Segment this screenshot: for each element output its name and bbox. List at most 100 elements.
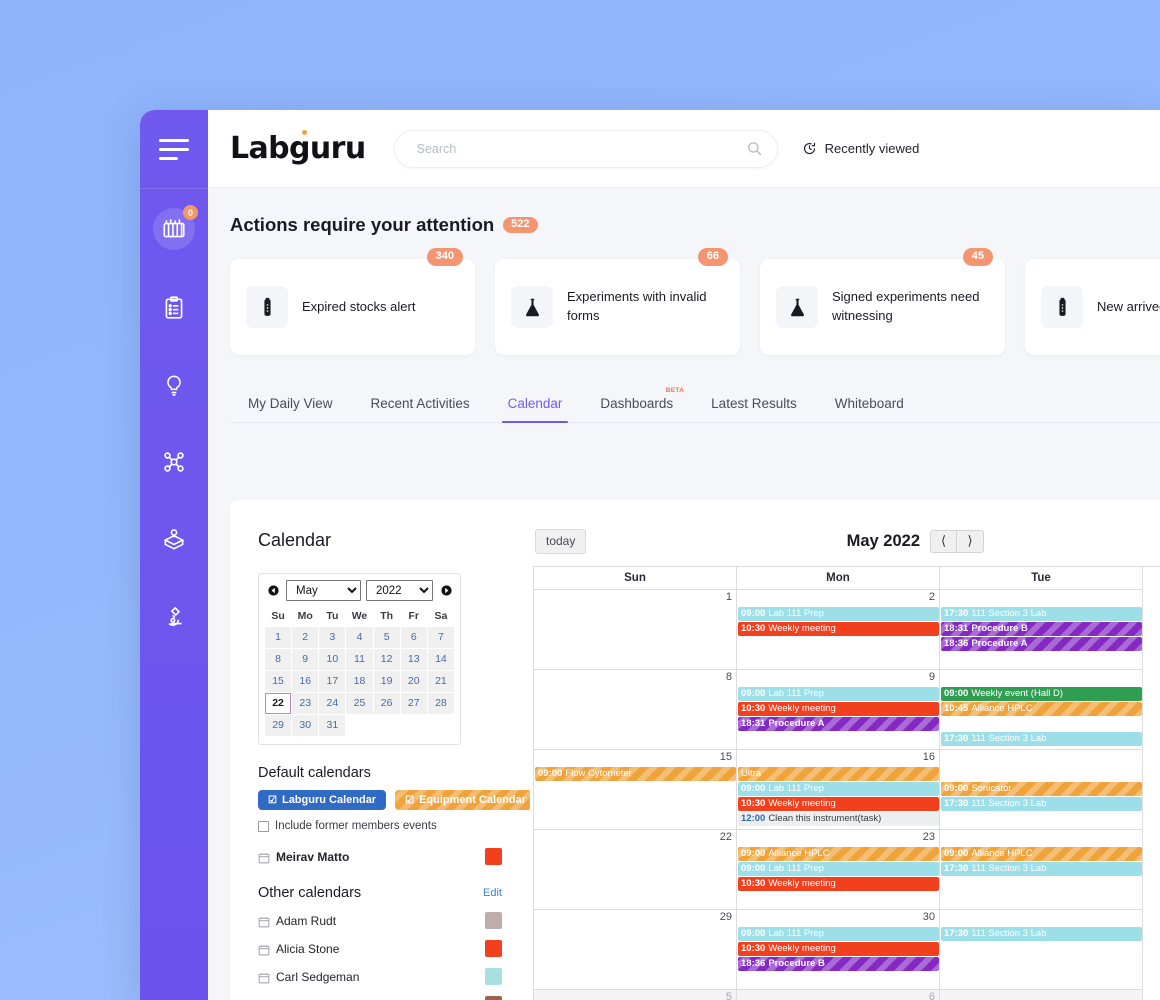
person-color-swatch[interactable] <box>485 848 502 865</box>
calendar-day-cell[interactable]: 09:00 Weekly event (Hall D) 10:45 Alliance … <box>940 670 1143 750</box>
attention-card-invalid-forms[interactable]: 66 Experiments with invalid forms <box>495 248 740 355</box>
mini-year-select[interactable]: 20202021202220232024 <box>366 580 433 601</box>
recently-viewed-button[interactable]: Recently viewed <box>802 141 919 156</box>
calendar-day-cell[interactable]: 9 09:00 Lab 111 Prep 10:30 Weekly meeting 18:… <box>737 670 940 750</box>
calendar-event[interactable]: 10:30 Weekly meeting <box>738 797 939 811</box>
attention-card-need-witnessing[interactable]: 45 Signed experiments need witnessing <box>760 248 1005 355</box>
mini-day[interactable]: 16 <box>292 671 319 692</box>
calendar-day-cell[interactable]: 8 <box>534 670 737 750</box>
calendar-day-cell[interactable]: 1 <box>534 590 737 670</box>
mini-day[interactable]: 28 <box>427 693 454 714</box>
tab-my-daily-view[interactable]: My Daily View <box>230 386 351 422</box>
calendar-person-row[interactable]: Carl Sedgeman <box>258 968 530 985</box>
edit-calendars-link[interactable]: Edit <box>483 887 502 899</box>
calendar-day-cell[interactable]: 5 <box>534 990 737 1000</box>
mini-day[interactable]: 12 <box>373 649 400 670</box>
calendar-event[interactable]: 17:30 111 Section 3 Lab <box>941 927 1142 941</box>
tab-calendar[interactable]: Calendar <box>490 386 581 423</box>
calendar-day-cell[interactable] <box>940 990 1143 1000</box>
mini-month-select[interactable]: JanuaryFebruaryMarchAprilMayJuneJulyAugu… <box>286 580 361 601</box>
tab-recent-activities[interactable]: Recent Activities <box>353 386 488 422</box>
mini-day[interactable]: 21 <box>427 671 454 692</box>
calendar-day-cell[interactable]: 15 09:00 Flow Cytometer <box>534 750 737 830</box>
search-input[interactable] <box>416 141 746 156</box>
calendar-pill-labguru[interactable]: ☑ Labguru Calendar <box>258 790 387 810</box>
mini-day[interactable]: 15 <box>265 671 292 692</box>
calendar-day-cell[interactable]: 17:30 111 Section 3 Lab <box>940 910 1143 990</box>
mini-day-selected[interactable]: 22 <box>265 693 292 714</box>
chevron-left-icon[interactable]: ⟨ <box>930 529 957 553</box>
calendar-event[interactable]: 09:00 Lab 111 Prep <box>738 687 939 701</box>
mini-day[interactable]: 10 <box>319 649 346 670</box>
mini-day[interactable]: 4 <box>346 627 373 648</box>
calendar-event[interactable]: 17:30 111 Section 3 Lab <box>941 732 1142 746</box>
mini-day[interactable]: 30 <box>292 715 319 736</box>
tab-whiteboard[interactable]: Whiteboard <box>817 386 922 422</box>
global-search[interactable] <box>393 129 778 168</box>
rail-item-inventory[interactable] <box>140 511 208 566</box>
calendar-event[interactable]: 18:31 Procedure B <box>941 622 1142 636</box>
calendar-event[interactable]: 12:00 Clean this instrument(task) <box>738 812 939 826</box>
calendar-event[interactable]: 09:00 Lab 111 Prep <box>738 782 939 796</box>
calendar-day-cell[interactable]: 17:30 111 Section 3 Lab 18:31 Procedure B 18… <box>940 590 1143 670</box>
mini-day[interactable]: 23 <box>292 693 319 714</box>
mini-day[interactable]: 26 <box>373 693 400 714</box>
rail-item-workflows[interactable] <box>140 434 208 489</box>
calendar-event[interactable]: 09:00 Flow Cytometer <box>535 767 736 781</box>
person-color-swatch[interactable] <box>485 940 502 957</box>
calendar-day-cell[interactable]: 09:00 Sonicator 17:30 111 Section 3 Lab <box>940 750 1143 830</box>
mini-day[interactable]: 20 <box>400 671 427 692</box>
mini-day[interactable]: 9 <box>292 649 319 670</box>
mini-day[interactable]: 27 <box>400 693 427 714</box>
attention-card-expired-stocks[interactable]: 340 Expired stocks alert <box>230 248 475 355</box>
mini-day[interactable]: 14 <box>427 649 454 670</box>
calendar-day-cell[interactable]: 16 Ultra 09:00 Lab 111 Prep 10:30 Weekly meet… <box>737 750 940 830</box>
person-color-swatch[interactable] <box>485 968 502 985</box>
calendar-day-cell[interactable]: 23 09:00 Alliance HPLC 09:00 Lab 111 Prep 10:… <box>737 830 940 910</box>
person-color-swatch[interactable] <box>485 996 502 1000</box>
calendar-event[interactable]: 10:45 Alliance HPLC <box>941 702 1142 716</box>
rail-item-protocols[interactable] <box>140 280 208 335</box>
mini-day[interactable]: 11 <box>346 649 373 670</box>
calendar-person-row[interactable]: Alicia Stone <box>258 940 530 957</box>
chevron-right-icon[interactable]: ⟩ <box>957 529 984 553</box>
mini-day[interactable]: 13 <box>400 649 427 670</box>
mini-day[interactable]: 17 <box>319 671 346 692</box>
calendar-event[interactable]: 10:30 Weekly meeting <box>738 877 939 891</box>
mini-day[interactable]: 29 <box>265 715 292 736</box>
mini-day[interactable]: 19 <box>373 671 400 692</box>
calendar-person-row[interactable]: Meirav Matto <box>258 848 530 865</box>
rail-item-storage[interactable]: 0 <box>140 201 208 256</box>
calendar-day-cell[interactable]: 29 <box>534 910 737 990</box>
hamburger-menu-button[interactable] <box>140 110 208 188</box>
calendar-event[interactable]: 10:30 Weekly meeting <box>738 942 939 956</box>
include-former-checkbox[interactable] <box>258 820 269 832</box>
calendar-event[interactable]: 10:30 Weekly meeting <box>738 702 939 716</box>
rail-item-experiments[interactable] <box>140 357 208 412</box>
calendar-event[interactable]: Ultra <box>738 767 939 781</box>
mini-day[interactable]: 7 <box>427 627 454 648</box>
calendar-event[interactable]: 17:30 111 Section 3 Lab <box>941 862 1142 876</box>
calendar-day-cell[interactable]: 09:00 Alliance HPLC 17:30 111 Section 3 Lab <box>940 830 1143 910</box>
calendar-event[interactable]: 09:00 Weekly event (Hall D) <box>941 687 1142 701</box>
mini-day[interactable]: 1 <box>265 627 292 648</box>
mini-day[interactable]: 2 <box>292 627 319 648</box>
mini-day[interactable]: 31 <box>319 715 346 736</box>
mini-day[interactable]: 6 <box>400 627 427 648</box>
calendar-event[interactable]: 09:00 Lab 111 Prep <box>738 927 939 941</box>
calendar-event[interactable]: 09:00 Lab 111 Prep <box>738 607 939 621</box>
include-former-members-row[interactable]: Include former members events <box>258 820 530 832</box>
calendar-event[interactable]: 18:31 Procedure A <box>738 717 939 731</box>
search-icon[interactable] <box>746 140 763 157</box>
calendar-event[interactable]: 10:30 Weekly meeting <box>738 622 939 636</box>
calendar-person-row[interactable]: Danielle Kilber <box>258 996 530 1000</box>
calendar-event[interactable]: 09:00 Alliance HPLC <box>738 847 939 861</box>
person-color-swatch[interactable] <box>485 912 502 929</box>
rail-item-equipment[interactable] <box>140 588 208 643</box>
calendar-day-cell[interactable]: 2 09:00 Lab 111 Prep 10:30 Weekly meeting <box>737 590 940 670</box>
calendar-event[interactable]: 09:00 Sonicator <box>941 782 1142 796</box>
calendar-event[interactable]: 17:30 111 Section 3 Lab <box>941 607 1142 621</box>
calendar-day-cell[interactable]: 30 09:00 Lab 111 Prep 10:30 Weekly meeting 18… <box>737 910 940 990</box>
calendar-day-cell[interactable]: 22 <box>534 830 737 910</box>
calendar-person-row[interactable]: Adam Rudt <box>258 912 530 929</box>
